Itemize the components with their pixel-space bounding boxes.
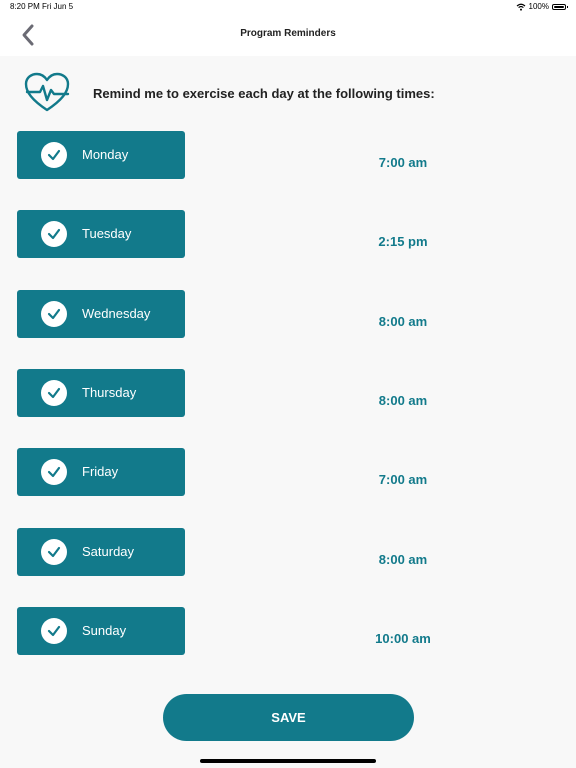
day-label: Friday [82, 464, 119, 479]
reminder-time[interactable]: 8:00 am [337, 552, 469, 567]
status-date: Fri Jun 5 [42, 2, 74, 11]
reminder-time[interactable]: 10:00 am [337, 631, 469, 646]
day-label: Tuesday [82, 226, 132, 241]
day-label: Thursday [82, 385, 137, 400]
day-row: Wednesday 8:00 am [17, 290, 557, 338]
day-toggle-button[interactable]: Monday [17, 131, 185, 179]
checkmark-icon [47, 149, 61, 161]
check-circle [41, 142, 67, 168]
day-row: Saturday 8:00 am [17, 528, 557, 576]
day-row: Tuesday 2:15 pm [17, 210, 557, 258]
status-bar: 8:20 PM Fri Jun 5 100% [0, 0, 576, 14]
heart-pulse-icon [24, 72, 70, 112]
check-circle [41, 380, 67, 406]
checkmark-icon [47, 387, 61, 399]
reminder-time[interactable]: 2:15 pm [337, 234, 469, 249]
day-toggle-button[interactable]: Wednesday [17, 290, 185, 338]
home-indicator [200, 759, 376, 763]
day-row: Monday 7:00 am [17, 131, 557, 179]
status-time: 8:20 PM [10, 2, 40, 11]
save-button[interactable]: SAVE [163, 694, 414, 741]
checkmark-icon [47, 466, 61, 478]
status-indicators: 100% [516, 2, 568, 11]
check-circle [41, 539, 67, 565]
check-circle [41, 618, 67, 644]
checkmark-icon [47, 546, 61, 558]
day-label: Monday [82, 147, 129, 162]
day-toggle-button[interactable]: Tuesday [17, 210, 185, 258]
day-toggle-button[interactable]: Saturday [17, 528, 185, 576]
checkmark-icon [47, 308, 61, 320]
reminder-time[interactable]: 7:00 am [337, 472, 469, 487]
check-circle [41, 301, 67, 327]
reminder-time[interactable]: 8:00 am [337, 393, 469, 408]
battery-icon [552, 3, 568, 10]
reminder-time[interactable]: 8:00 am [337, 314, 469, 329]
day-row: Sunday 10:00 am [17, 607, 557, 655]
wifi-icon [516, 3, 525, 11]
navigation-bar: Program Reminders [0, 14, 576, 56]
day-toggle-button[interactable]: Friday [17, 448, 185, 496]
check-circle [41, 459, 67, 485]
day-label: Wednesday [82, 306, 151, 321]
checkmark-icon [47, 625, 61, 637]
check-circle [41, 221, 67, 247]
day-row: Thursday 8:00 am [17, 369, 557, 417]
day-label: Saturday [82, 544, 135, 559]
day-row: Friday 7:00 am [17, 448, 557, 496]
page-title: Program Reminders [240, 28, 336, 39]
battery-percent: 100% [528, 2, 549, 11]
day-toggle-button[interactable]: Sunday [17, 607, 185, 655]
reminder-instructions: Remind me to exercise each day at the fo… [93, 86, 435, 101]
checkmark-icon [47, 228, 61, 240]
reminder-header: Remind me to exercise each day at the fo… [24, 72, 554, 116]
day-toggle-button[interactable]: Thursday [17, 369, 185, 417]
day-label: Sunday [82, 623, 127, 638]
reminder-time[interactable]: 7:00 am [337, 155, 469, 170]
